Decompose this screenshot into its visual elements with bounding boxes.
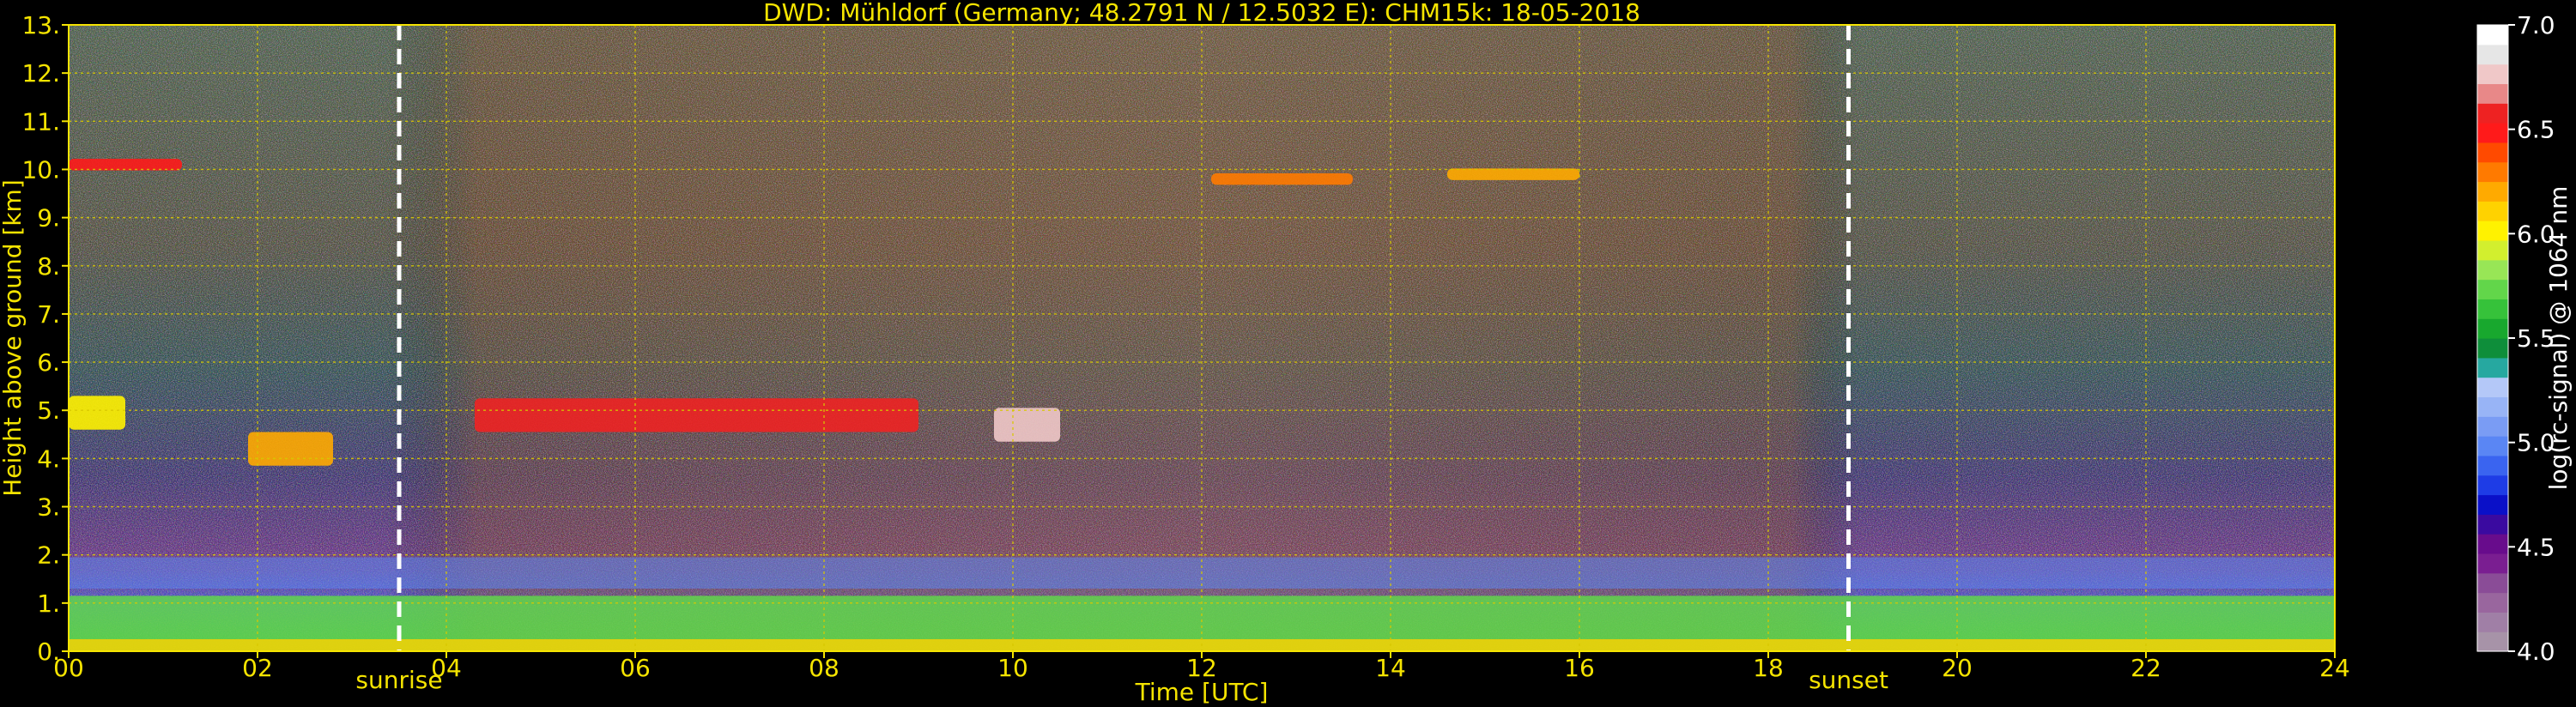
colorbar-swatch xyxy=(2477,553,2508,574)
feature-mid-cloud xyxy=(994,408,1060,442)
y-tick-label: 2. xyxy=(37,541,60,570)
colorbar-swatch xyxy=(2477,123,2508,143)
colorbar-swatch xyxy=(2477,279,2508,299)
colorbar-swatch xyxy=(2477,416,2508,437)
colorbar-swatch xyxy=(2477,103,2508,124)
colorbar-swatch xyxy=(2477,44,2508,65)
colorbar-swatch xyxy=(2477,201,2508,221)
colorbar-swatch xyxy=(2477,239,2508,261)
y-tick-label: 3. xyxy=(37,493,60,522)
chart-title: DWD: Mühldorf (Germany; 48.2791 N / 12.5… xyxy=(763,0,1640,27)
x-tick-label: 10 xyxy=(997,654,1028,682)
colorbar-swatch xyxy=(2477,63,2508,85)
feature-mid-cloud xyxy=(69,396,125,430)
colorbar-swatch xyxy=(2477,436,2508,456)
x-tick-label: 02 xyxy=(242,654,273,682)
x-tick-label: 16 xyxy=(1564,654,1595,682)
colorbar-swatch xyxy=(2477,161,2508,183)
y-tick-label: 7. xyxy=(37,300,60,329)
colorbar-swatch xyxy=(2477,514,2508,535)
y-tick-label: 6. xyxy=(37,348,60,377)
feature-mid-cloud xyxy=(248,432,333,466)
colorbar-swatch xyxy=(2477,396,2508,417)
x-tick-label: 20 xyxy=(1942,654,1973,682)
colorbar-swatch xyxy=(2477,142,2508,163)
sun-marker-labels: sunrise sunset xyxy=(355,666,1888,694)
y-tick-label: 9. xyxy=(37,204,60,233)
feature-cirrus xyxy=(1447,168,1579,180)
x-tick-label: 18 xyxy=(1753,654,1784,682)
y-tick-label: 0. xyxy=(37,638,60,666)
colorbar-swatch xyxy=(2477,455,2508,476)
sunset-label: sunset xyxy=(1809,666,1888,694)
colorbar-tick-label: 4.5 xyxy=(2517,533,2555,561)
y-axis-ticks: 0. 1. 2. 3. 4. 5. 6. 7. 8. 9. 10. 11. 12. 13. xyxy=(21,11,69,666)
colorbar-swatch xyxy=(2477,592,2508,613)
colorbar-swatch xyxy=(2477,534,2508,554)
colorbar-swatch xyxy=(2477,299,2508,319)
y-tick-label: 12. xyxy=(21,59,60,88)
ceilometer-chart: DWD: Mühldorf (Germany; 48.2791 N / 12.5… xyxy=(0,0,2573,706)
y-tick-label: 13. xyxy=(21,11,60,39)
x-tick-label: 08 xyxy=(809,654,839,682)
colorbar-swatch xyxy=(2477,221,2508,241)
plot-area xyxy=(68,24,2336,652)
y-axis-label: Height above ground [km] xyxy=(0,179,27,497)
y-tick-label: 10. xyxy=(21,155,60,184)
colorbar-swatch xyxy=(2477,631,2508,652)
colorbar-swatch xyxy=(2477,318,2508,339)
x-axis-label: Time [UTC] xyxy=(1135,678,1269,706)
x-tick-label: 24 xyxy=(2319,654,2350,682)
y-tick-label: 4. xyxy=(37,444,60,473)
sunrise-label: sunrise xyxy=(355,666,442,694)
colorbar-swatch xyxy=(2477,259,2508,281)
colorbar-swatch xyxy=(2477,338,2508,359)
colorbar-swatch xyxy=(2477,357,2508,378)
x-tick-label: 14 xyxy=(1375,654,1406,682)
y-tick-label: 1. xyxy=(37,589,60,618)
colorbar-swatch xyxy=(2477,377,2508,398)
colorbar-swatch xyxy=(2477,25,2508,45)
colorbar-tick-label: 7.0 xyxy=(2517,11,2555,39)
y-tick-label: 5. xyxy=(37,396,60,425)
colorbar xyxy=(2477,25,2508,652)
colorbar-swatch xyxy=(2477,83,2508,104)
colorbar-swatch xyxy=(2477,572,2508,594)
x-tick-label: 22 xyxy=(2131,654,2161,682)
colorbar-swatch xyxy=(2477,494,2508,515)
feature-cirrus xyxy=(69,159,182,171)
colorbar-tick-label: 4.0 xyxy=(2517,638,2555,666)
colorbar-swatch xyxy=(2477,181,2508,202)
colorbar-swatch xyxy=(2477,612,2508,632)
y-tick-label: 11. xyxy=(21,107,60,136)
feature-cirrus xyxy=(1211,172,1353,185)
feature-mid-cloud xyxy=(475,398,918,432)
y-tick-label: 8. xyxy=(37,252,60,281)
x-tick-label: 06 xyxy=(620,654,651,682)
colorbar-tick-label: 6.5 xyxy=(2517,116,2555,144)
colorbar-label: log(rc-signal) @ 1064 nm xyxy=(2544,186,2573,491)
colorbar-swatch xyxy=(2477,474,2508,496)
